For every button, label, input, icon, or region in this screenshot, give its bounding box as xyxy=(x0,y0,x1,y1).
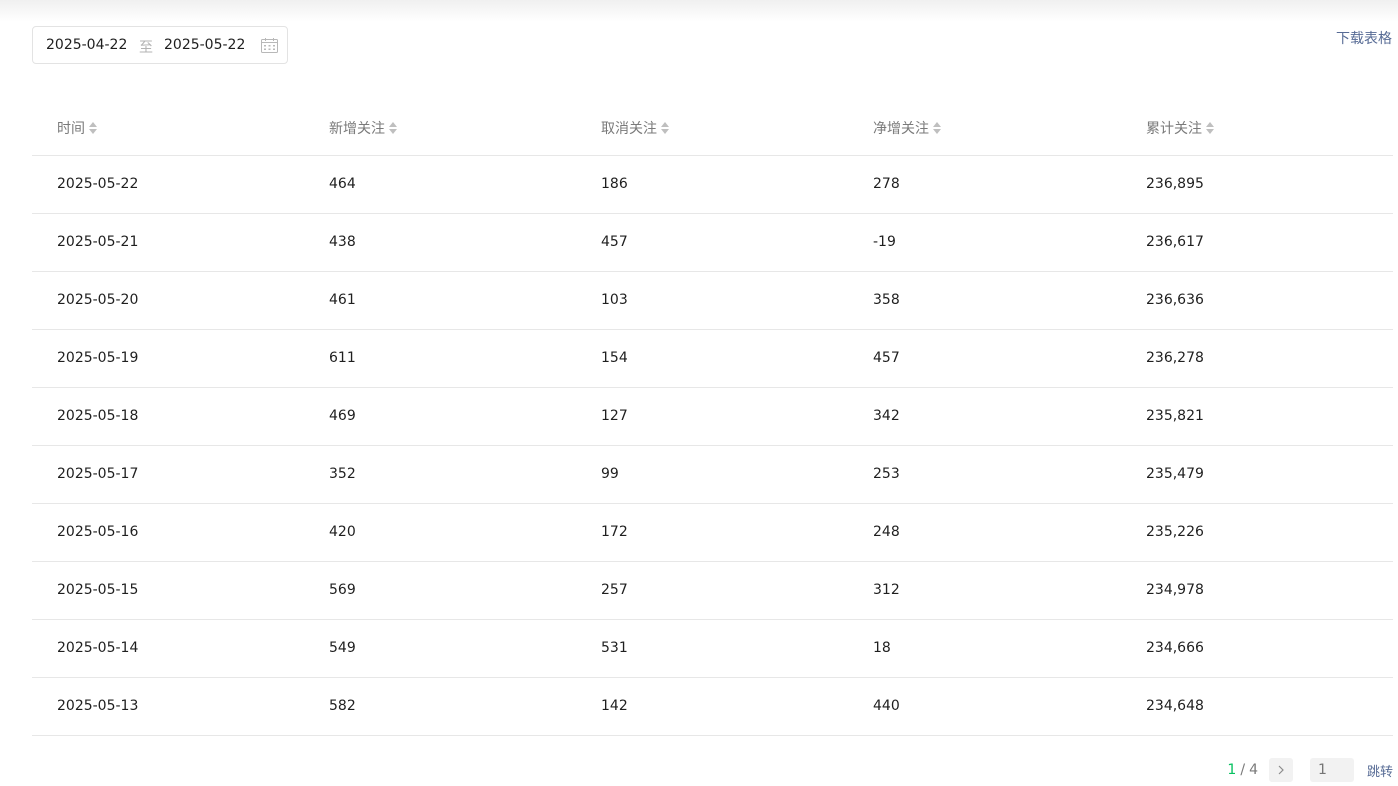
cell-net-follows: 278 xyxy=(873,176,900,192)
sort-icon[interactable] xyxy=(932,120,942,136)
cell-new-follows: 611 xyxy=(329,350,356,366)
sort-icon[interactable] xyxy=(660,120,670,136)
header-label: 累计关注 xyxy=(1146,121,1202,137)
cell-total-follows: 234,978 xyxy=(1146,582,1204,598)
cell-new-follows: 569 xyxy=(329,582,356,598)
cell-date: 2025-05-13 xyxy=(57,698,139,714)
cell-net-follows: 457 xyxy=(873,350,900,366)
date-range-picker[interactable]: 2025-04-22 至 2025-05-22 xyxy=(32,26,288,64)
table-row: 2025-05-18 469 127 342 235,821 xyxy=(32,388,1393,446)
header-label: 取消关注 xyxy=(601,121,657,137)
cell-unfollows: 531 xyxy=(601,640,628,656)
date-end[interactable]: 2025-05-22 xyxy=(164,37,245,53)
table-row: 2025-05-21 438 457 -19 236,617 xyxy=(32,214,1393,272)
cell-new-follows: 464 xyxy=(329,176,356,192)
sort-icon[interactable] xyxy=(1205,120,1215,136)
sort-icon[interactable] xyxy=(388,120,398,136)
header-time[interactable]: 时间 xyxy=(57,118,98,138)
cell-unfollows: 457 xyxy=(601,234,628,250)
table-body: 2025-05-22 464 186 278 236,895 2025-05-21 438 4… xyxy=(32,156,1393,736)
table-row: 2025-05-15 569 257 312 234,978 xyxy=(32,562,1393,620)
date-start[interactable]: 2025-04-22 xyxy=(46,37,127,53)
jump-page-input[interactable] xyxy=(1309,758,1354,782)
page-separator: / xyxy=(1240,762,1246,778)
cell-date: 2025-05-17 xyxy=(57,466,139,482)
cell-new-follows: 461 xyxy=(329,292,356,308)
cell-total-follows: 236,636 xyxy=(1146,292,1204,308)
cell-unfollows: 186 xyxy=(601,176,628,192)
pagination: 1 / 4 跳转 xyxy=(1227,758,1393,782)
data-table: 时间 新增关注 取消关注 净增关注 累计关注 2025-05-22 464 186 278 23… xyxy=(32,98,1393,736)
cell-date: 2025-05-15 xyxy=(57,582,139,598)
cell-date: 2025-05-21 xyxy=(57,234,139,250)
cell-unfollows: 99 xyxy=(601,466,619,482)
next-page-button[interactable] xyxy=(1268,758,1293,782)
cell-date: 2025-05-22 xyxy=(57,176,139,192)
cell-new-follows: 582 xyxy=(329,698,356,714)
cell-net-follows: 312 xyxy=(873,582,900,598)
header-label: 时间 xyxy=(57,121,85,137)
cell-new-follows: 352 xyxy=(329,466,356,482)
cell-unfollows: 142 xyxy=(601,698,628,714)
cell-date: 2025-05-18 xyxy=(57,408,139,424)
cell-total-follows: 235,479 xyxy=(1146,466,1204,482)
cell-unfollows: 172 xyxy=(601,524,628,540)
table-row: 2025-05-17 352 99 253 235,479 xyxy=(32,446,1393,504)
cell-date: 2025-05-16 xyxy=(57,524,139,540)
cell-unfollows: 257 xyxy=(601,582,628,598)
cell-new-follows: 469 xyxy=(329,408,356,424)
cell-total-follows: 235,821 xyxy=(1146,408,1204,424)
cell-net-follows: 342 xyxy=(873,408,900,424)
table-row: 2025-05-14 549 531 18 234,666 xyxy=(32,620,1393,678)
cell-unfollows: 154 xyxy=(601,350,628,366)
cell-total-follows: 236,895 xyxy=(1146,176,1204,192)
cell-new-follows: 420 xyxy=(329,524,356,540)
header-total-follows[interactable]: 累计关注 xyxy=(1146,118,1215,138)
cell-new-follows: 438 xyxy=(329,234,356,250)
cell-total-follows: 235,226 xyxy=(1146,524,1204,540)
sort-icon[interactable] xyxy=(88,120,98,136)
chevron-right-icon xyxy=(1278,765,1284,775)
table-row: 2025-05-19 611 154 457 236,278 xyxy=(32,330,1393,388)
table-row: 2025-05-16 420 172 248 235,226 xyxy=(32,504,1393,562)
cell-unfollows: 103 xyxy=(601,292,628,308)
download-table-link[interactable]: 下载表格 xyxy=(1336,28,1392,48)
table-header: 时间 新增关注 取消关注 净增关注 累计关注 xyxy=(32,98,1393,156)
cell-date: 2025-05-20 xyxy=(57,292,139,308)
jump-button[interactable]: 跳转 xyxy=(1367,761,1393,780)
header-label: 新增关注 xyxy=(329,121,385,137)
cell-net-follows: 358 xyxy=(873,292,900,308)
cell-net-follows: 18 xyxy=(873,640,891,656)
cell-total-follows: 236,617 xyxy=(1146,234,1204,250)
cell-total-follows: 234,666 xyxy=(1146,640,1204,656)
header-label: 净增关注 xyxy=(873,121,929,137)
table-row: 2025-05-22 464 186 278 236,895 xyxy=(32,156,1393,214)
cell-date: 2025-05-14 xyxy=(57,640,139,656)
header-net-follows[interactable]: 净增关注 xyxy=(873,118,942,138)
cell-total-follows: 234,648 xyxy=(1146,698,1204,714)
header-new-follows[interactable]: 新增关注 xyxy=(329,118,398,138)
cell-net-follows: 440 xyxy=(873,698,900,714)
page-current: 1 xyxy=(1227,762,1237,778)
date-separator: 至 xyxy=(139,40,153,56)
cell-net-follows: -19 xyxy=(873,234,896,250)
header-unfollows[interactable]: 取消关注 xyxy=(601,118,670,138)
cell-new-follows: 549 xyxy=(329,640,356,656)
cell-net-follows: 253 xyxy=(873,466,900,482)
calendar-icon[interactable] xyxy=(261,38,278,53)
page-total: 4 xyxy=(1249,762,1258,778)
table-row: 2025-05-13 582 142 440 234,648 xyxy=(32,678,1393,736)
cell-total-follows: 236,278 xyxy=(1146,350,1204,366)
cell-net-follows: 248 xyxy=(873,524,900,540)
cell-unfollows: 127 xyxy=(601,408,628,424)
top-shadow xyxy=(0,0,1398,22)
table-row: 2025-05-20 461 103 358 236,636 xyxy=(32,272,1393,330)
cell-date: 2025-05-19 xyxy=(57,350,139,366)
